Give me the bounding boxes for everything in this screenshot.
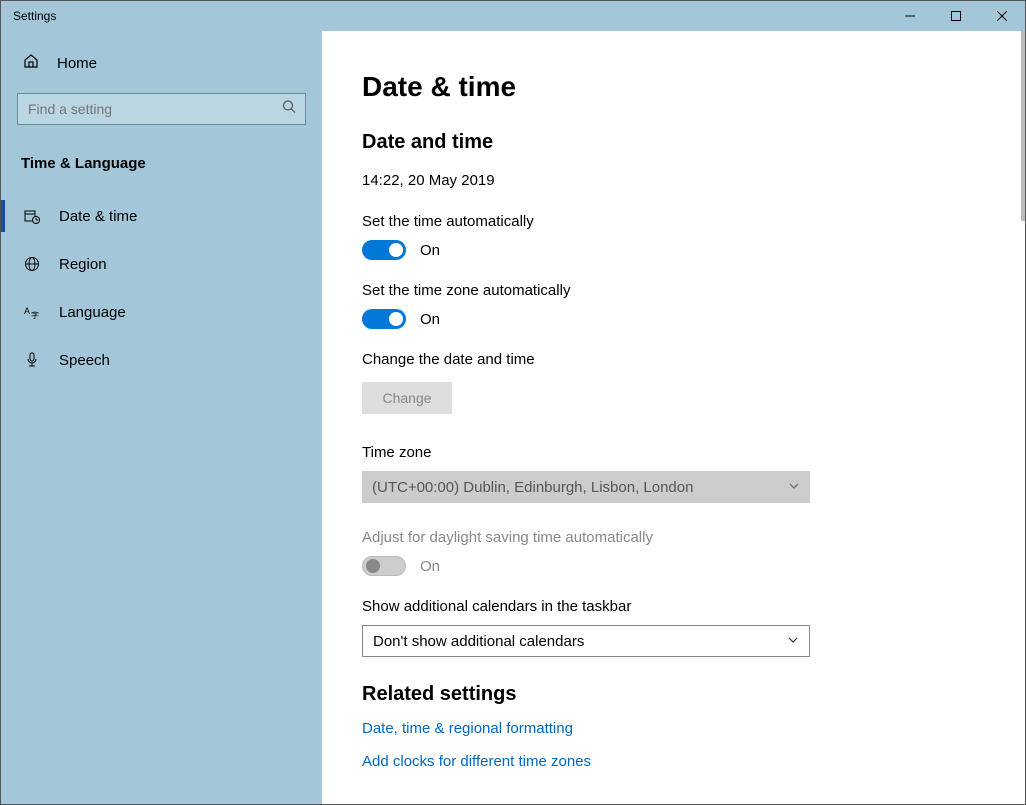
sidebar-item-language[interactable]: A 字 Language [1, 288, 322, 336]
related-settings-title: Related settings [362, 683, 1025, 706]
timezone-combo: (UTC+00:00) Dublin, Edinburgh, Lisbon, L… [362, 471, 810, 503]
section-title: Date and time [362, 131, 1025, 154]
search-input[interactable] [17, 93, 306, 125]
close-button[interactable] [979, 1, 1025, 31]
minimize-button[interactable] [887, 1, 933, 31]
window-buttons [887, 1, 1025, 31]
dst-toggle [362, 556, 406, 576]
home-label: Home [57, 55, 97, 72]
category-title: Time & Language [1, 133, 322, 186]
sidebar-item-label: Date & time [59, 208, 137, 225]
current-datetime: 14:22, 20 May 2019 [362, 172, 1025, 189]
dst-label: Adjust for daylight saving time automati… [362, 529, 1025, 546]
sidebar-item-region[interactable]: Region [1, 240, 322, 288]
set-tz-auto-label: Set the time zone automatically [362, 282, 1025, 299]
chevron-down-icon [787, 633, 799, 650]
svg-text:A: A [24, 306, 30, 316]
set-time-auto-label: Set the time automatically [362, 213, 1025, 230]
sidebar-item-label: Region [59, 256, 107, 273]
page-title: Date & time [362, 71, 1025, 103]
set-time-auto-state: On [420, 242, 440, 259]
window-title: Settings [1, 9, 56, 23]
change-button: Change [362, 382, 452, 414]
sidebar-nav: Date & time Region A 字 Language [1, 192, 322, 384]
sidebar-item-date-time[interactable]: Date & time [1, 192, 322, 240]
set-tz-auto-state: On [420, 311, 440, 328]
link-regional-formatting[interactable]: Date, time & regional formatting [362, 720, 1025, 737]
date-time-icon [23, 208, 41, 224]
scrollbar[interactable] [1021, 31, 1025, 221]
sidebar: Home Time & Language Date & time [1, 31, 322, 804]
microphone-icon [23, 352, 41, 368]
set-tz-auto-toggle[interactable] [362, 309, 406, 329]
timezone-value: (UTC+00:00) Dublin, Edinburgh, Lisbon, L… [372, 479, 693, 496]
maximize-button[interactable] [933, 1, 979, 31]
link-add-clocks[interactable]: Add clocks for different time zones [362, 753, 1025, 770]
home-icon [23, 53, 39, 73]
sidebar-item-speech[interactable]: Speech [1, 336, 322, 384]
sidebar-item-label: Language [59, 304, 126, 321]
sidebar-item-label: Speech [59, 352, 110, 369]
extra-calendars-value: Don't show additional calendars [373, 633, 584, 650]
search-icon [282, 100, 296, 119]
svg-text:字: 字 [31, 310, 39, 320]
home-nav[interactable]: Home [1, 41, 322, 85]
globe-icon [23, 256, 41, 272]
extra-calendars-label: Show additional calendars in the taskbar [362, 598, 1025, 615]
dst-state: On [420, 558, 440, 575]
change-datetime-label: Change the date and time [362, 351, 1025, 368]
language-icon: A 字 [23, 304, 41, 320]
window-titlebar: Settings [1, 1, 1025, 31]
extra-calendars-combo[interactable]: Don't show additional calendars [362, 625, 810, 657]
set-time-auto-toggle[interactable] [362, 240, 406, 260]
main-content: Date & time Date and time 14:22, 20 May … [322, 31, 1025, 804]
timezone-label: Time zone [362, 444, 1025, 461]
chevron-down-icon [788, 479, 800, 496]
